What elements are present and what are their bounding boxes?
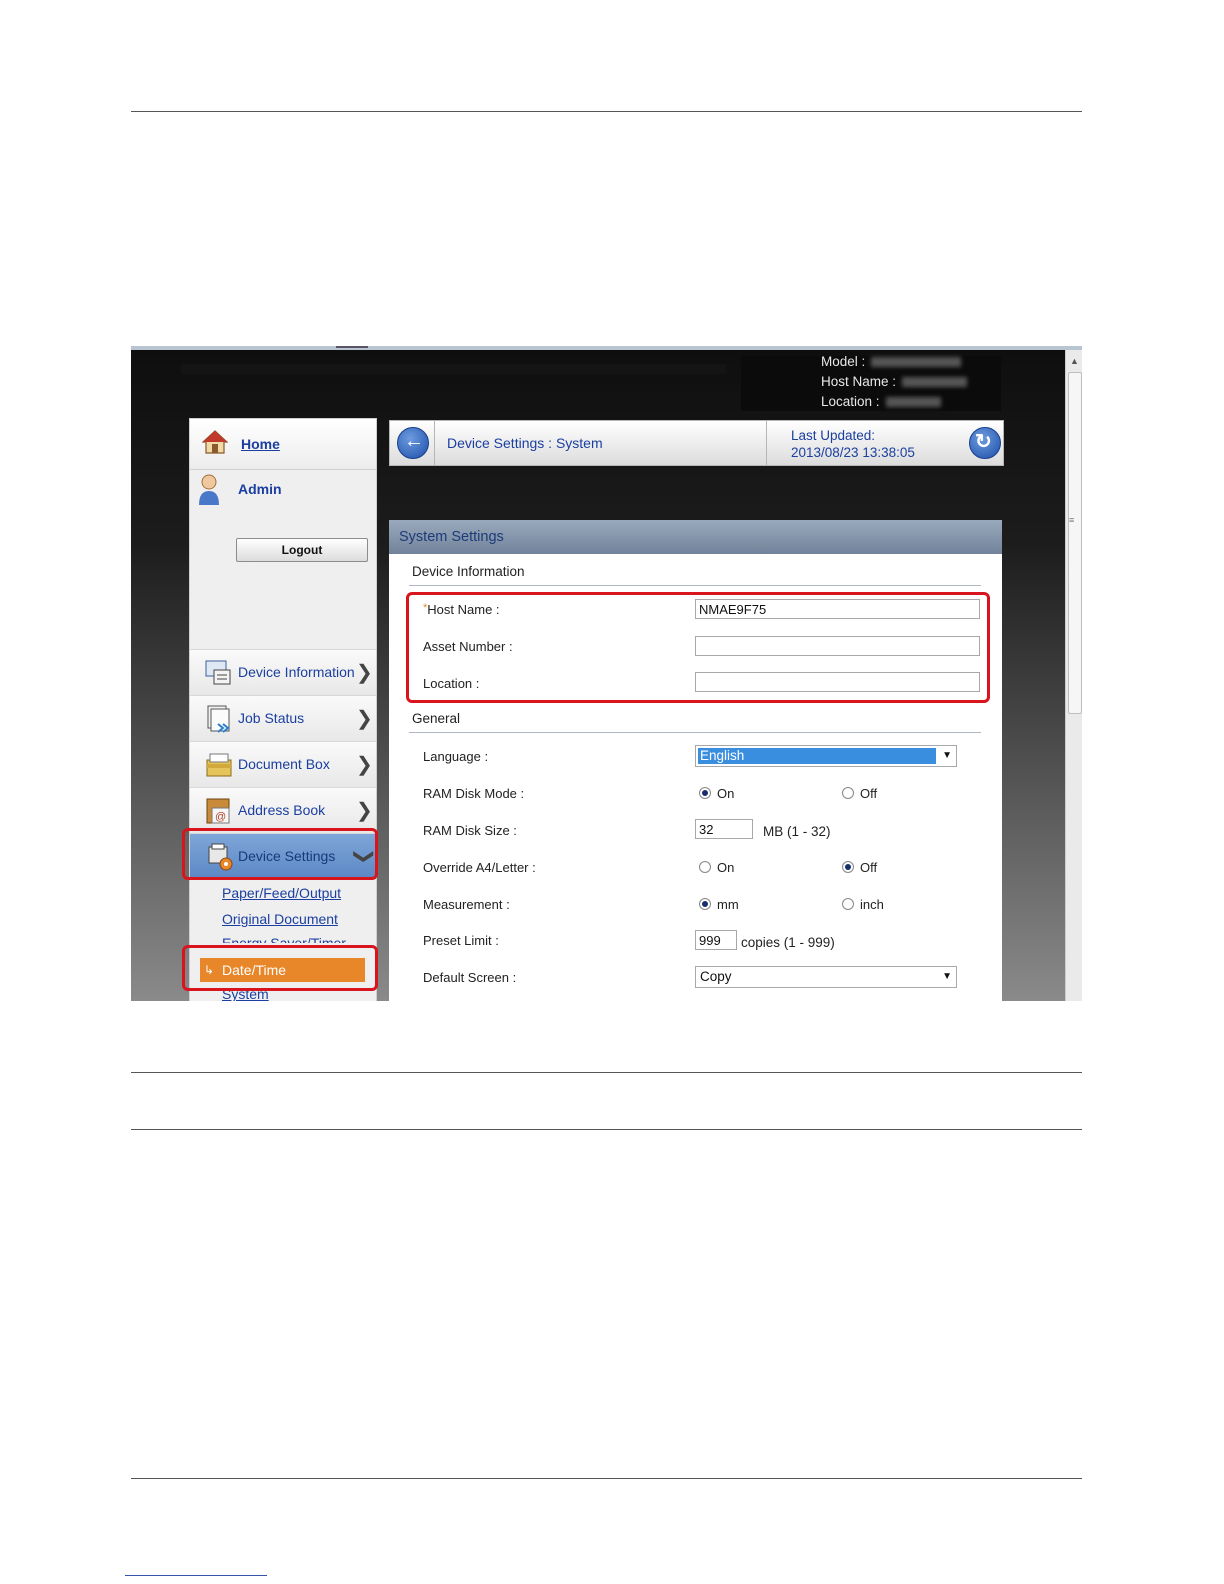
subitem-energy-saver-timer[interactable]: Energy Saver/Timer [222, 935, 346, 943]
divider [434, 421, 435, 465]
ram-disk-size-unit: MB (1 - 32) [763, 824, 831, 839]
location-header-label: Location : [821, 394, 880, 409]
back-arrow-icon[interactable] [397, 427, 429, 459]
divider [766, 421, 767, 465]
chevron-right-icon: ❯ [356, 708, 373, 730]
radio-icon [699, 861, 711, 873]
highlight-device-information-fields [406, 592, 990, 703]
language-label: Language : [423, 749, 489, 764]
page-bottom-rule [131, 1478, 1082, 1479]
device-header-info: Model : Host Name : Location : [821, 352, 968, 412]
preset-limit-label: Preset Limit : [423, 933, 499, 948]
device-information-section-title: Device Information [412, 564, 525, 579]
page-top-rule [131, 111, 1082, 112]
sidebar-item-job-status[interactable]: Job Status ❯ [190, 695, 376, 741]
sidebar-item-address-book[interactable]: @ Address Book ❯ [190, 787, 376, 833]
dropdown-arrow-icon: ▼ [942, 750, 952, 761]
page-rule-lower [131, 1129, 1082, 1130]
scrollbar-thumb[interactable] [1068, 372, 1082, 714]
home-icon [202, 430, 228, 454]
language-select[interactable]: English ▼ [695, 745, 957, 767]
chevron-right-icon: ❯ [356, 800, 373, 822]
model-value-redacted [871, 357, 962, 368]
logout-button[interactable]: Logout [236, 538, 368, 562]
ram-disk-mode-label: RAM Disk Mode : [423, 786, 525, 801]
document-box-icon [206, 753, 232, 777]
host-name-value-redacted [902, 377, 968, 388]
highlight-date-time [182, 945, 378, 991]
footer-link-underline [125, 1575, 267, 1576]
preset-limit-input[interactable]: 999 [695, 930, 737, 950]
chevron-right-icon: ❯ [356, 662, 373, 684]
default-screen-label: Default Screen : [423, 970, 517, 985]
override-a4-letter-label: Override A4/Letter : [423, 860, 536, 875]
measurement-label: Measurement : [423, 897, 510, 912]
chevron-right-icon: ❯ [356, 754, 373, 776]
ram-disk-mode-on-radio[interactable]: On [699, 786, 734, 801]
ram-disk-size-label: RAM Disk Size : [423, 823, 517, 838]
location-value-redacted [885, 397, 941, 408]
svg-text:@: @ [215, 811, 226, 823]
radio-icon [842, 787, 854, 799]
highlight-device-settings [182, 828, 378, 880]
section-divider [409, 732, 981, 733]
ram-disk-size-input[interactable]: 32 [695, 819, 753, 839]
radio-selected-icon [842, 861, 854, 873]
default-screen-select[interactable]: Copy ▼ [695, 966, 957, 988]
model-label: Model : [821, 354, 866, 369]
scroll-up-arrow-icon[interactable]: ▲ [1070, 356, 1079, 366]
sidebar-item-document-box[interactable]: Document Box ❯ [190, 741, 376, 787]
subitem-original-document[interactable]: Original Document [222, 911, 338, 927]
host-name-header-label: Host Name : [821, 374, 897, 389]
sidebar-item-label: Address Book [238, 802, 326, 818]
override-off-radio[interactable]: Off [842, 860, 877, 875]
vertical-scrollbar[interactable]: ▲ ≡ [1065, 350, 1082, 1001]
last-updated: Last Updated: 2013/08/23 13:38:05 [791, 427, 915, 461]
scroll-grip-icon: ≡ [1069, 515, 1075, 525]
home-link[interactable]: Home [241, 436, 280, 452]
radio-icon [842, 898, 854, 910]
preset-limit-unit: copies (1 - 999) [741, 935, 835, 950]
job-status-icon [207, 705, 230, 733]
page-rule-middle [131, 1072, 1082, 1073]
measurement-mm-radio[interactable]: mm [699, 897, 739, 912]
user-icon [199, 474, 219, 505]
browser-top-edge [131, 346, 1082, 350]
ram-disk-mode-off-radio[interactable]: Off [842, 786, 877, 801]
last-updated-label: Last Updated: [791, 428, 876, 443]
default-screen-value: Copy [700, 969, 732, 984]
radio-selected-icon [699, 898, 711, 910]
last-updated-value: 2013/08/23 13:38:05 [791, 445, 915, 460]
sidebar-item-label: Device Information [238, 664, 355, 680]
refresh-icon[interactable] [969, 427, 1001, 459]
sidebar-item-label: Document Box [238, 756, 330, 772]
sidebar-item-label: Job Status [238, 710, 305, 726]
section-divider [409, 585, 981, 586]
device-information-icon [205, 660, 231, 685]
sidebar-admin: Admin Logout [190, 470, 376, 650]
sidebar-item-device-information[interactable]: Device Information ❯ [190, 649, 376, 695]
sidebar-home[interactable]: Home [190, 419, 376, 470]
breadcrumb-bar: Device Settings : System Last Updated: 2… [389, 420, 1004, 466]
panel-title: System Settings [399, 529, 504, 545]
panel-header: System Settings [389, 520, 1002, 554]
subitem-paper-feed-output[interactable]: Paper/Feed/Output [222, 885, 341, 901]
general-section-title: General [412, 711, 461, 726]
breadcrumb: Device Settings : System [447, 435, 603, 451]
embedded-browser-screenshot: Model : Host Name : Location : ▲ ≡ Home … [131, 346, 1082, 1001]
left-sidebar: Home Admin Logout Device Information ❯ J… [189, 418, 377, 1001]
header-dark-strip [181, 364, 726, 374]
radio-selected-icon [699, 787, 711, 799]
override-on-radio[interactable]: On [699, 860, 734, 875]
dropdown-arrow-icon: ▼ [942, 971, 952, 982]
language-value: English [698, 748, 936, 764]
address-book-icon: @ [206, 798, 230, 824]
admin-label: Admin [238, 481, 282, 497]
measurement-inch-radio[interactable]: inch [842, 897, 884, 912]
